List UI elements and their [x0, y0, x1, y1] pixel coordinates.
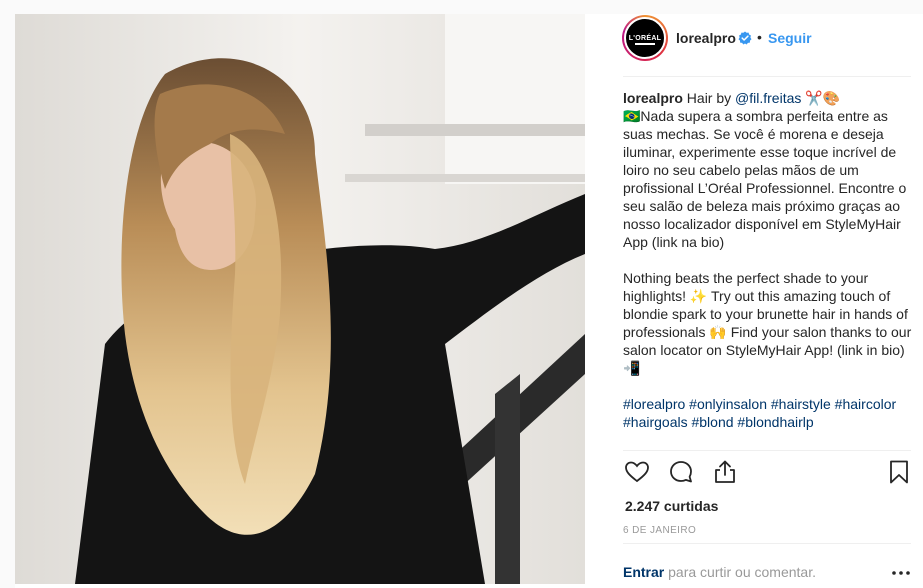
hashtags[interactable]: #lorealpro #onlyinsalon #hairstyle #hair…: [623, 395, 913, 431]
caption: lorealpro Hair by @fil.freitas ✂️🎨 🇧🇷Nad…: [623, 89, 913, 447]
follow-button[interactable]: Seguir: [768, 30, 812, 46]
photo-illustration: [15, 14, 585, 584]
caption-username[interactable]: lorealpro: [623, 90, 683, 106]
login-link[interactable]: Entrar: [623, 564, 664, 580]
heart-icon[interactable]: [623, 458, 651, 486]
mention-link[interactable]: @fil.freitas: [735, 90, 801, 106]
post-sidebar: L'ORÉAL lorealpro • Seguir lorealpro Hai…: [585, 14, 923, 588]
post-header: L'ORÉAL lorealpro • Seguir: [585, 14, 923, 76]
likes-count[interactable]: 2.247 curtidas: [625, 498, 718, 514]
verified-icon: [738, 31, 752, 45]
header-divider: [623, 76, 911, 77]
action-bar: [623, 458, 913, 486]
post-card: L'ORÉAL lorealpro • Seguir lorealpro Hai…: [15, 14, 923, 588]
caption-divider: [623, 450, 911, 451]
caption-emoji: ✂️🎨: [805, 90, 841, 106]
post-photo[interactable]: [15, 14, 585, 584]
username-link[interactable]: lorealpro: [676, 30, 736, 46]
comment-bar: Entrar para curtir ou comentar.: [623, 564, 913, 580]
caption-text-pt: 🇧🇷Nada supera a sombra perfeita entre as…: [623, 108, 911, 250]
separator-dot: •: [757, 29, 762, 45]
more-icon[interactable]: [891, 570, 911, 576]
comment-icon[interactable]: [667, 458, 695, 486]
caption-paragraph-pt: lorealpro Hair by @fil.freitas ✂️🎨 🇧🇷Nad…: [623, 89, 913, 251]
avatar-text: L'ORÉAL: [628, 34, 662, 42]
post-date: 6 de janeiro: [623, 525, 697, 536]
caption-paragraph-en: Nothing beats the perfect shade to your …: [623, 270, 912, 376]
comment-divider: [623, 543, 911, 544]
caption-intro: Hair by: [686, 90, 732, 106]
share-icon[interactable]: [711, 458, 739, 486]
avatar[interactable]: L'ORÉAL: [622, 15, 668, 61]
avatar-underline: [635, 43, 655, 45]
comment-prompt: para curtir ou comentar.: [668, 564, 816, 580]
bookmark-icon[interactable]: [885, 458, 913, 486]
avatar-logo: L'ORÉAL: [624, 17, 666, 59]
